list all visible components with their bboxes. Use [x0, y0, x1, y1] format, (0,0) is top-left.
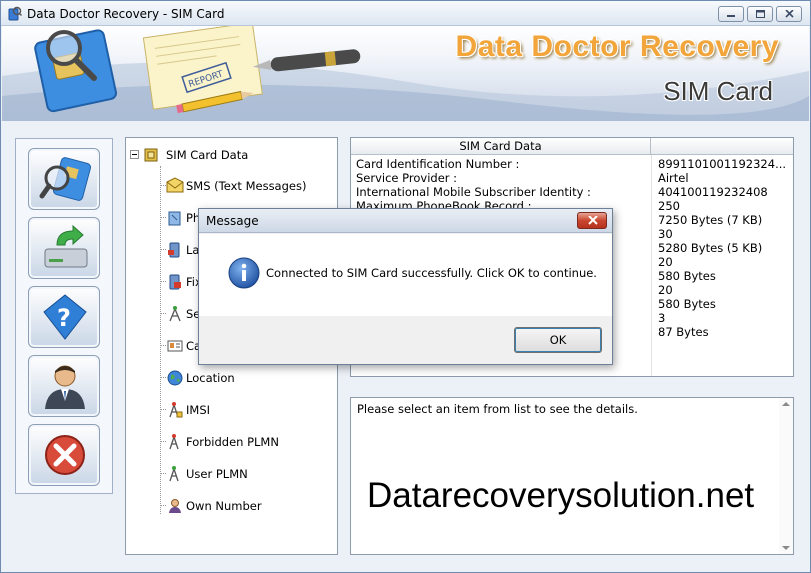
scroll-up-icon[interactable]: [782, 402, 790, 406]
app-icon: [8, 6, 22, 21]
maximize-icon: [756, 10, 765, 18]
antenna-icon: [169, 434, 179, 450]
tree-root-label: SIM Card Data: [166, 148, 249, 162]
envelope-icon: [166, 177, 184, 193]
ok-button[interactable]: OK: [514, 327, 602, 353]
dialog-body: Connected to SIM Card successfully. Clic…: [199, 234, 612, 316]
save-button[interactable]: [28, 217, 100, 279]
minimize-icon: [727, 15, 735, 17]
field-name: Card Identification Number :: [356, 157, 520, 171]
tree-item-label: Location: [186, 371, 235, 385]
field-value: 580 Bytes: [658, 269, 716, 283]
tree-item-label: User PLMN: [186, 467, 248, 481]
info-icon: [228, 257, 260, 289]
brand-title: Data Doctor Recovery: [455, 30, 779, 63]
dialog-message: Connected to SIM Card successfully. Clic…: [266, 266, 597, 280]
tree-guide-line: [160, 166, 161, 514]
sim-search-icon: [39, 157, 91, 201]
dialog-close-button[interactable]: [577, 212, 607, 229]
field-value: 3: [658, 311, 666, 325]
close-icon: [785, 10, 794, 18]
watermark-text: Datarecoverysolution.net: [367, 476, 755, 515]
field-value: 7250 Bytes (7 KB): [658, 213, 763, 227]
left-toolbar: ?: [15, 138, 113, 494]
exit-button[interactable]: [28, 424, 100, 486]
table-row[interactable]: International Mobile Subscriber Identity…: [351, 185, 793, 199]
close-window-button[interactable]: [776, 6, 802, 22]
field-value: 20: [658, 255, 673, 269]
table-row[interactable]: Service Provider : Airtel: [351, 171, 793, 185]
antenna-icon: [169, 466, 179, 482]
details-panel[interactable]: Please select an item from list to see t…: [350, 397, 794, 555]
field-value: Airtel: [658, 171, 689, 185]
svg-text:?: ?: [57, 304, 71, 332]
help-button[interactable]: ?: [28, 286, 100, 348]
scroll-down-icon[interactable]: [782, 546, 790, 550]
dialog-title: Message: [206, 214, 259, 228]
field-value: 404100119232408: [658, 185, 768, 199]
dialog-title-bar[interactable]: Message: [199, 209, 612, 233]
field-name: Service Provider :: [356, 171, 458, 185]
last-dialed-icon: [168, 242, 180, 258]
save-drive-icon: [44, 224, 88, 268]
maximize-button[interactable]: [747, 6, 773, 22]
brand-subtitle: SIM Card: [663, 76, 773, 106]
message-dialog: Message Connected to SIM Card successful…: [198, 208, 613, 365]
column-header: SIM Card Data: [351, 138, 651, 155]
close-icon: [588, 216, 598, 225]
search-sim-button[interactable]: [28, 148, 100, 210]
exit-icon: [45, 435, 85, 475]
service-antenna-icon: [169, 306, 181, 322]
field-value: 8991101001192324...: [658, 157, 787, 171]
about-button[interactable]: [28, 355, 100, 417]
minimize-button[interactable]: [718, 6, 744, 22]
help-icon: ?: [43, 294, 87, 340]
fixed-dialing-icon: [169, 274, 181, 290]
tree-item-label: SMS (Text Messages): [186, 179, 307, 193]
antenna-icon: [169, 402, 183, 418]
field-name: International Mobile Subscriber Identity…: [356, 185, 591, 199]
details-hint: Please select an item from list to see t…: [357, 402, 638, 416]
phonebook-icon: [168, 211, 181, 226]
tree-item-label: IMSI: [186, 403, 211, 417]
globe-icon: [167, 370, 183, 386]
about-user-icon: [45, 365, 85, 409]
field-value: 250: [658, 199, 680, 213]
field-value: 30: [658, 227, 673, 241]
table-header: SIM Card Data: [351, 138, 793, 155]
table-row[interactable]: Card Identification Number : 899110100119…: [351, 157, 793, 171]
header-banner: REPORT Data Doctor Recovery SIM Card: [2, 26, 809, 121]
app-window: Data Doctor Recovery - SIM Card REPORT D…: [0, 0, 811, 573]
tree-item-label: Forbidden PLMN: [186, 435, 279, 449]
sim-card-icon: [144, 148, 158, 162]
tree-item-label: Own Number: [186, 499, 262, 513]
card-icon: [167, 340, 183, 352]
title-bar[interactable]: Data Doctor Recovery - SIM Card: [1, 1, 810, 26]
field-value: 87 Bytes: [658, 325, 709, 339]
details-scrollbar[interactable]: [779, 398, 793, 554]
window-title: Data Doctor Recovery - SIM Card: [27, 7, 225, 21]
user-icon: [169, 499, 181, 513]
collapse-toggle[interactable]: [130, 150, 139, 159]
field-value: 5280 Bytes (5 KB): [658, 241, 763, 255]
field-value: 580 Bytes: [658, 297, 716, 311]
field-value: 20: [658, 283, 673, 297]
